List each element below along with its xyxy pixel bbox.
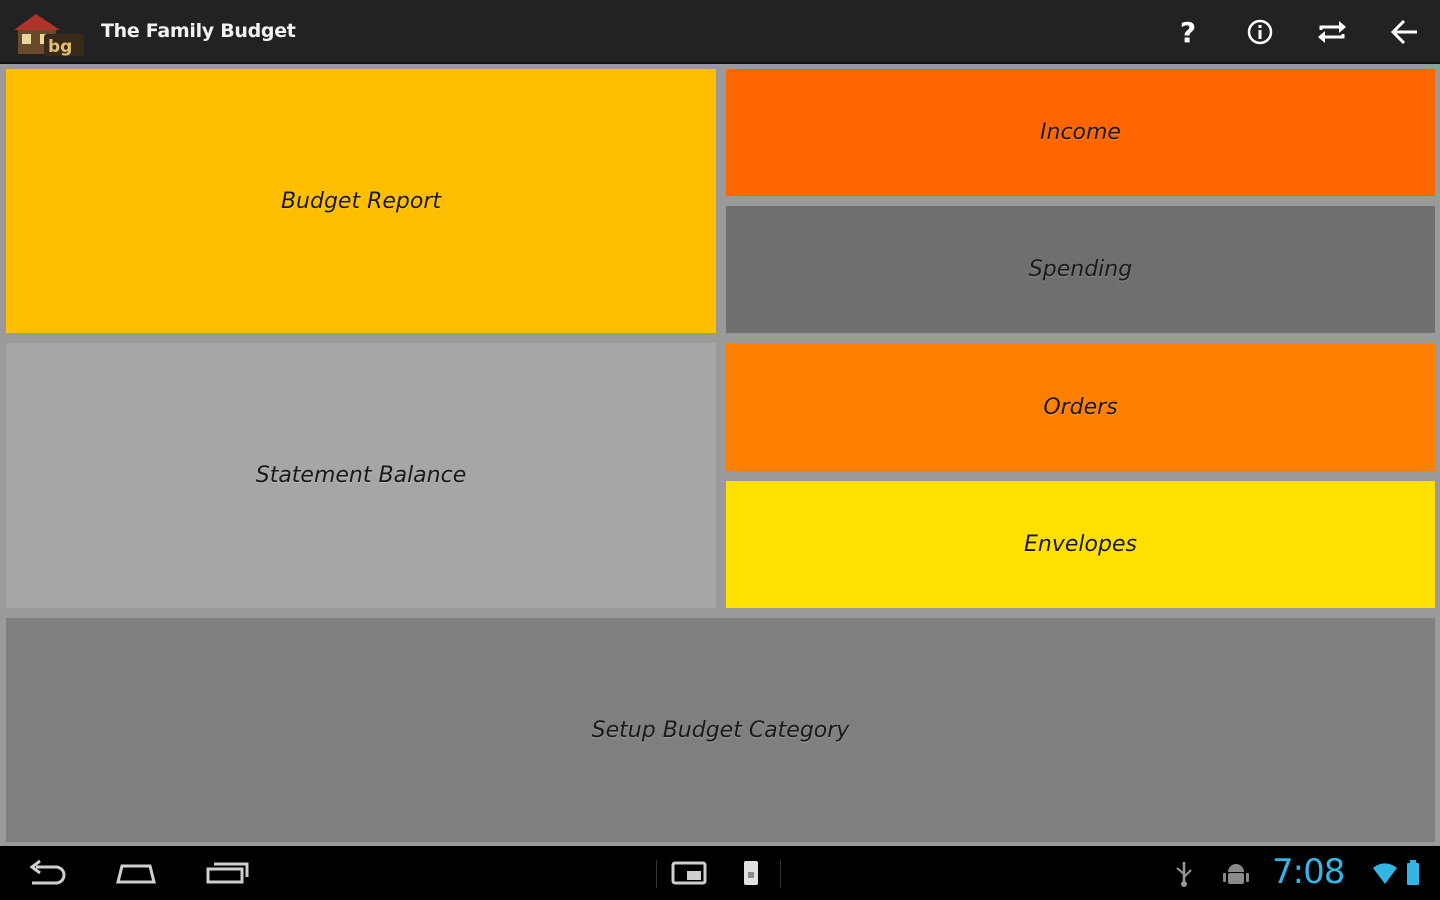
action-bar: bg The Family Budget ?: [0, 0, 1440, 64]
orders-label: Orders: [1043, 394, 1118, 420]
nav-home-icon[interactable]: [110, 854, 162, 892]
help-icon[interactable]: ?: [1168, 14, 1208, 50]
svg-text:bg: bg: [48, 37, 72, 57]
income-label: Income: [1040, 120, 1121, 145]
svg-text:?: ?: [1180, 17, 1196, 47]
info-icon[interactable]: [1240, 14, 1280, 50]
spending-tile[interactable]: Spending: [726, 206, 1435, 333]
spending-label: Spending: [1028, 257, 1133, 282]
budget-report-label: Budget Report: [280, 188, 442, 214]
setup-budget-category-tile[interactable]: Setup Budget Category: [6, 618, 1435, 842]
back-arrow-icon[interactable]: [1384, 14, 1424, 50]
android-debug-icon: [1220, 854, 1252, 892]
envelopes-label: Envelopes: [1024, 532, 1137, 557]
app-title: The Family Budget: [101, 20, 296, 42]
statement-balance-tile[interactable]: Statement Balance: [6, 343, 716, 608]
house-logo-icon[interactable]: bg: [14, 12, 88, 58]
nav-recent-apps-icon[interactable]: [202, 854, 252, 892]
screen-mode-icon[interactable]: [668, 854, 710, 892]
sd-card-icon[interactable]: [736, 854, 766, 892]
income-tile[interactable]: Income: [726, 69, 1435, 196]
status-clock: 7:08: [1272, 852, 1345, 892]
usb-icon: [1170, 854, 1198, 892]
wifi-icon: [1370, 854, 1400, 892]
statement-balance-label: Statement Balance: [255, 463, 467, 488]
budget-report-tile[interactable]: Budget Report: [6, 69, 716, 333]
setup-budget-category-label: Setup Budget Category: [591, 717, 850, 743]
battery-icon: [1402, 854, 1424, 892]
nav-back-icon[interactable]: [22, 854, 70, 892]
divider: [780, 860, 781, 888]
system-bar: 7:08: [0, 846, 1440, 900]
envelopes-tile[interactable]: Envelopes: [726, 481, 1435, 608]
sync-icon[interactable]: [1312, 14, 1352, 50]
divider: [656, 860, 657, 888]
orders-tile[interactable]: Orders: [726, 343, 1435, 471]
